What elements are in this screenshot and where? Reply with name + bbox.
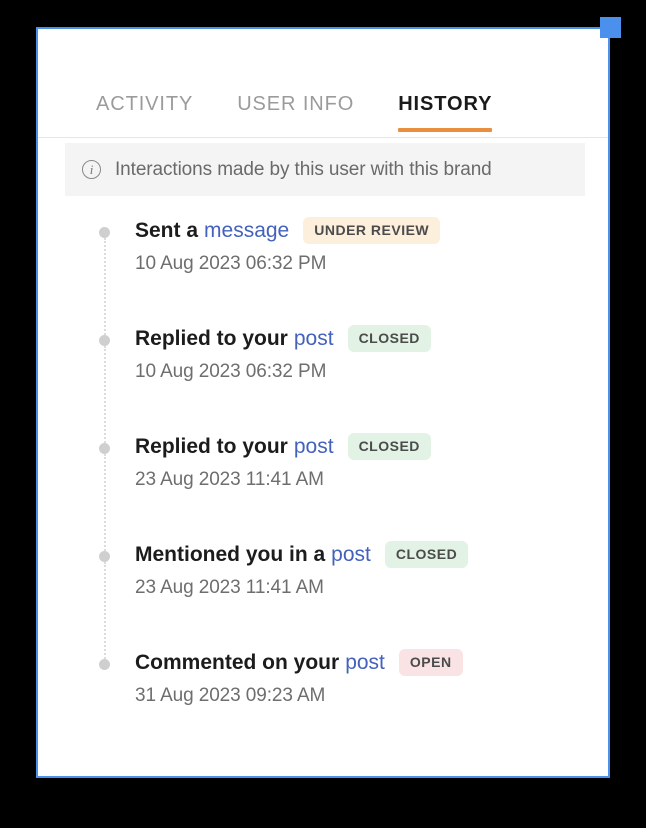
timeline-item-header: Replied to your post CLOSED <box>135 430 608 463</box>
timeline-timestamp: 10 Aug 2023 06:32 PM <box>135 253 327 274</box>
screen-root: ACTIVITY USER INFO HISTORY i Interaction… <box>0 0 646 828</box>
timeline-entity-link[interactable]: message <box>204 219 289 243</box>
timeline-dot-icon <box>99 659 110 670</box>
tab-user-info[interactable]: USER INFO <box>237 93 354 138</box>
info-banner-text: Interactions made by this user with this… <box>115 158 492 180</box>
info-circle-icon: i <box>82 160 101 179</box>
timeline-action-text: Replied to your <box>135 434 288 458</box>
timeline-timestamp: 31 Aug 2023 09:23 AM <box>135 685 326 706</box>
timeline-item-header: Commented on your post OPEN <box>135 646 608 679</box>
tab-divider <box>38 137 608 138</box>
timeline-timestamp: 10 Aug 2023 06:32 PM <box>135 361 327 382</box>
resize-handle[interactable] <box>600 17 621 38</box>
timeline-action-text: Commented on your <box>135 650 340 674</box>
info-banner: i Interactions made by this user with th… <box>65 143 585 196</box>
tab-activity[interactable]: ACTIVITY <box>96 93 193 138</box>
timeline-entity-link[interactable]: post <box>294 327 334 351</box>
timeline-dot-icon <box>99 335 110 346</box>
history-timeline: Sent a message UNDER REVIEW 10 Aug 2023 … <box>38 214 608 707</box>
timeline-connector <box>104 454 106 551</box>
timeline-action-text: Mentioned you in a <box>135 542 326 566</box>
tab-bar: ACTIVITY USER INFO HISTORY <box>38 29 608 138</box>
timeline-item-header: Mentioned you in a post CLOSED <box>135 538 608 571</box>
status-badge: CLOSED <box>347 433 431 460</box>
timeline-entity-link[interactable]: post <box>345 651 385 675</box>
history-panel: ACTIVITY USER INFO HISTORY i Interaction… <box>36 27 610 778</box>
timeline-action-text: Sent a <box>135 218 199 242</box>
timeline-action-text: Replied to your <box>135 326 288 350</box>
timeline-connector <box>104 238 106 335</box>
tab-history[interactable]: HISTORY <box>398 93 493 138</box>
timeline-timestamp: 23 Aug 2023 11:41 AM <box>135 469 324 490</box>
timeline-entity-link[interactable]: post <box>331 543 371 567</box>
timeline-item[interactable]: Replied to your post CLOSED 23 Aug 2023 … <box>38 430 608 551</box>
timeline-connector <box>104 346 106 443</box>
timeline-item[interactable]: Mentioned you in a post CLOSED 23 Aug 20… <box>38 538 608 659</box>
timeline-item[interactable]: Sent a message UNDER REVIEW 10 Aug 2023 … <box>38 214 608 335</box>
status-badge: UNDER REVIEW <box>303 217 441 244</box>
timeline-connector <box>104 562 106 659</box>
timeline-item-header: Sent a message UNDER REVIEW <box>135 214 608 247</box>
timeline-entity-link[interactable]: post <box>294 435 334 459</box>
timeline-dot-icon <box>99 227 110 238</box>
timeline-item[interactable]: Replied to your post CLOSED 10 Aug 2023 … <box>38 322 608 443</box>
status-badge: CLOSED <box>347 325 431 352</box>
timeline-dot-icon <box>99 443 110 454</box>
status-badge: OPEN <box>398 649 463 676</box>
status-badge: CLOSED <box>384 541 469 568</box>
timeline-dot-icon <box>99 551 110 562</box>
timeline-timestamp: 23 Aug 2023 11:41 AM <box>135 577 324 598</box>
timeline-item-header: Replied to your post CLOSED <box>135 322 608 355</box>
timeline-item[interactable]: Commented on your post OPEN 31 Aug 2023 … <box>38 646 608 707</box>
